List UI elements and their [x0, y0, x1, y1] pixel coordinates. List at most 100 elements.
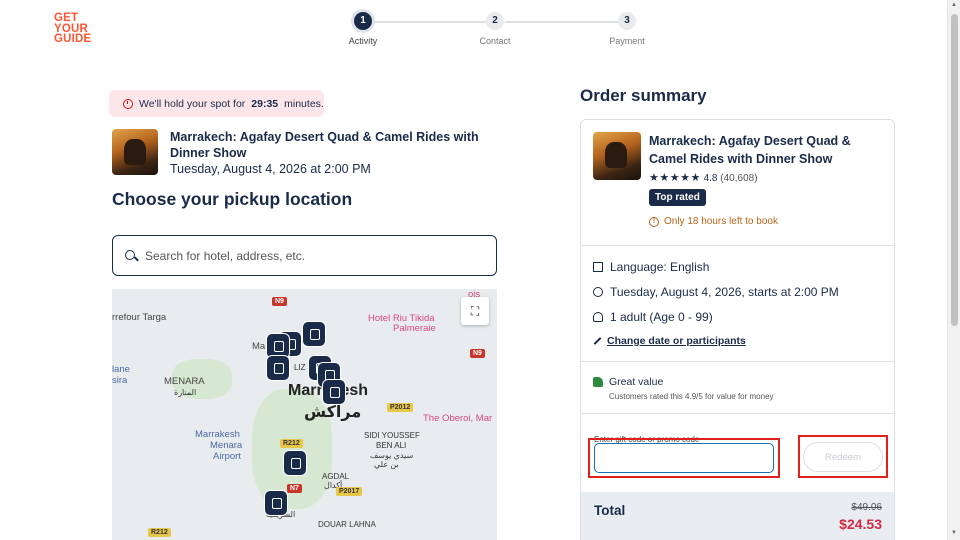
order-activity: Marrakech: Agafay Desert Quad & Camel Ri… [581, 120, 894, 246]
search-icon [125, 249, 137, 262]
thumbs-up-icon [593, 377, 603, 387]
road-badge: R212 [280, 439, 303, 448]
pickup-pin[interactable] [302, 321, 326, 347]
rating: ★★★★★ 4.8 (40,608) [649, 171, 882, 184]
map-city-label: مراكش [304, 404, 362, 421]
activity-thumbnail [112, 129, 158, 175]
review-count: (40,608) [720, 173, 758, 184]
step-number: 1 [354, 12, 372, 30]
road-badge: P2012 [387, 403, 414, 412]
great-value-title: Great value [609, 376, 664, 388]
participants-row: 1 adult (Age 0 - 99) [593, 310, 882, 324]
road-badge: N7 [287, 484, 302, 493]
urgency-notice: ! Only 18 hours left to book [649, 216, 882, 227]
step-label: Contact [479, 36, 511, 46]
rating-value: 4.8 [703, 173, 718, 184]
map-label: Marrakesh [195, 429, 240, 440]
logo-line: GET [54, 12, 79, 24]
urgency-text: Only 18 hours left to book [664, 216, 778, 227]
step-payment: 3 Payment [597, 12, 657, 46]
pickup-map[interactable]: rrefour Targa lane sira MENARA المنارة M… [112, 289, 497, 540]
step-label: Payment [609, 36, 645, 46]
hold-prefix: We'll hold your spot for [139, 97, 246, 110]
original-price: $49.06 [851, 502, 882, 513]
map-label: AGDAL [322, 472, 350, 481]
total-label: Total [594, 503, 626, 518]
activity-title: Marrakech: Agafay Desert Quad & Camel Ri… [170, 130, 479, 160]
order-details: Language: English Tuesday, August 4, 202… [581, 246, 894, 362]
road-badge: N9 [272, 297, 287, 306]
map-label: Menara [210, 440, 243, 451]
pickup-pin[interactable] [266, 355, 290, 381]
redeem-button[interactable]: Redeem [803, 442, 883, 472]
order-activity-title: Marrakech: Agafay Desert Quad & Camel Ri… [649, 134, 851, 166]
hold-spot-banner: We'll hold your spot for 29:35 minutes. [109, 90, 324, 117]
discounted-price: $24.53 [839, 516, 882, 532]
step-label: Activity [348, 36, 378, 46]
map-label: MENARA [164, 376, 205, 387]
pickup-heading: Choose your pickup location [112, 189, 353, 209]
map-label: The Oberoi, Mar [423, 413, 493, 424]
activity-date: Tuesday, August 4, 2026 at 2:00 PM [170, 162, 371, 176]
map-label: بن علي [374, 460, 399, 469]
pencil-icon [593, 337, 602, 345]
road-badge: R212 [148, 528, 171, 537]
hold-suffix: minutes. [284, 97, 324, 110]
map-label: SIDI YOUSSEF [364, 431, 420, 440]
fullscreen-icon: ⛶ [470, 303, 480, 318]
step-number: 2 [486, 12, 504, 30]
page-scrollbar[interactable]: ▲ ▼ [947, 0, 960, 540]
map-label: BEN ALI [376, 441, 407, 450]
change-date-text[interactable]: Change date or participants [607, 335, 746, 347]
getyourguide-logo[interactable]: GET YOUR GUIDE [54, 13, 100, 45]
logo-line: GUIDE [54, 33, 92, 45]
person-icon [593, 312, 603, 322]
pickup-pin[interactable] [322, 379, 346, 405]
language-text: Language: English [610, 260, 710, 274]
checkout-stepper: 1 Activity 2 Contact 3 Payment [340, 12, 660, 48]
scroll-down-icon[interactable]: ▼ [951, 530, 957, 536]
great-value-row: Great value [593, 376, 882, 388]
total-section: Total $49.06 $24.53 [581, 492, 894, 540]
language-row: Language: English [593, 260, 882, 274]
map-label: rrefour Targa [112, 312, 167, 323]
map-label: Palmeraie [393, 323, 436, 334]
promo-section: Enter gift code or promo code Redeem [581, 414, 894, 492]
step-activity: 1 Activity [333, 12, 393, 46]
hold-time: 29:35 [251, 97, 279, 110]
step-number: 3 [618, 12, 636, 30]
pickup-pin[interactable] [283, 450, 307, 476]
scroll-up-icon[interactable]: ▲ [951, 2, 957, 8]
map-label: LIZ [294, 363, 306, 372]
map-label: سيدي يوسف [370, 451, 414, 460]
clock-icon [593, 287, 603, 297]
datetime-row: Tuesday, August 4, 2026, starts at 2:00 … [593, 285, 882, 299]
pickup-search-input[interactable] [145, 248, 465, 263]
timer-icon [123, 98, 133, 109]
top-rated-badge: Top rated [649, 189, 706, 206]
map-label: lane [112, 364, 130, 375]
road-badge: N9 [470, 349, 485, 358]
star-rating-icon: ★★★★★ [649, 172, 701, 184]
step-contact: 2 Contact [465, 12, 525, 46]
map-label: Ma [252, 341, 266, 352]
warning-icon: ! [649, 216, 659, 227]
map-label: sira [112, 375, 128, 386]
pickup-search[interactable] [112, 235, 497, 276]
road-badge: P2017 [336, 487, 363, 496]
activity-header: Marrakech: Agafay Desert Quad & Camel Ri… [112, 129, 502, 177]
flag-icon [593, 262, 603, 272]
pickup-pin[interactable] [264, 490, 288, 516]
fullscreen-button[interactable]: ⛶ [461, 297, 489, 325]
participants-text: 1 adult (Age 0 - 99) [610, 310, 713, 324]
change-date-link[interactable]: Change date or participants [593, 335, 882, 347]
datetime-text: Tuesday, August 4, 2026, starts at 2:00 … [610, 285, 839, 299]
scrollbar-thumb[interactable] [951, 14, 958, 326]
order-summary-card: Marrakech: Agafay Desert Quad & Camel Ri… [580, 119, 895, 540]
order-summary-heading: Order summary [580, 86, 707, 105]
great-value-section: Great value Customers rated this 4.9/5 f… [581, 362, 894, 414]
order-thumbnail [593, 132, 641, 180]
promo-code-input[interactable] [594, 443, 774, 473]
map-label: المنارة [174, 388, 197, 397]
great-value-subtitle: Customers rated this 4.9/5 for value for… [609, 392, 774, 401]
